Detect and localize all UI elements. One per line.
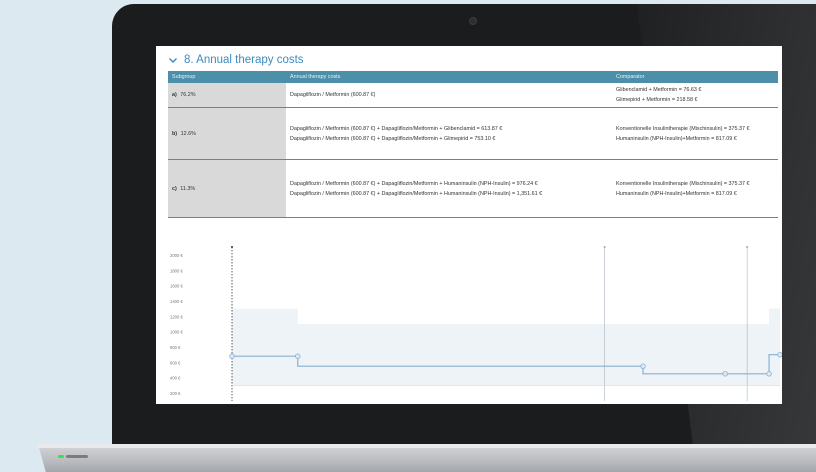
comparator-line: Glimepirid + Metformin = 218.58 € <box>616 97 698 103</box>
data-point <box>777 351 782 358</box>
table-row: c) 11.3% Dapagliflozin / Metformin (600.… <box>168 159 778 218</box>
comparator-line: Konventionelle Insulintherapie (Mischins… <box>616 180 750 187</box>
subgroup-cell: b) 12.6% <box>168 107 286 160</box>
y-tick-label: 1200 € <box>170 314 183 319</box>
power-led-icon <box>58 455 64 458</box>
table-header-row: Subgroup Annual therapy costs Comparator <box>168 71 778 83</box>
y-tick-label: 1800 € <box>170 268 183 273</box>
costs-cell: Dapagliflozin / Metformin (600.87 €) + D… <box>286 159 612 218</box>
subgroup-percent: 11.3% <box>180 185 196 192</box>
subgroup-percent: 76.2% <box>180 92 196 98</box>
y-tick-label: 1400 € <box>170 299 183 304</box>
y-tick-label: 200 € <box>170 391 181 396</box>
comparator-cell: Konventionelle Insulintherapie (Mischins… <box>612 107 778 160</box>
comparator-cell: Konventionelle Insulintherapie (Mischins… <box>612 159 778 218</box>
data-point <box>640 363 646 369</box>
subgroup-cell: a) 76.2% <box>168 83 286 108</box>
comparator-line: Humaninsulin (NPH-Insulin)+Metformin = 8… <box>616 190 737 197</box>
marker-dot <box>603 246 606 248</box>
annual-therapy-costs-table: Subgroup Annual therapy costs Comparator… <box>168 71 778 218</box>
costs-cell: Dapagliflozin / Metformin (600.87 €) + D… <box>286 107 612 160</box>
indicator-strip <box>66 455 88 458</box>
comparator-cell: Glibenclamid + Metformin = 76.63 € Glimep… <box>612 83 778 108</box>
marker-dot <box>231 246 233 248</box>
data-point <box>722 371 728 377</box>
marker-dot <box>746 246 749 248</box>
subgroup-percent: 12.6% <box>180 130 196 137</box>
data-point <box>229 353 235 359</box>
subgroup-label: c) <box>172 185 177 192</box>
y-tick-label: 1600 € <box>170 284 183 289</box>
laptop-screen: 8. Annual therapy costs Subgroup Annual … <box>156 46 782 404</box>
y-tick-label: 400 € <box>170 376 181 381</box>
data-point <box>295 353 301 359</box>
table-row: a) 76.2% Dapagliflozin / Metformin (600.… <box>168 83 778 108</box>
section-title: 8. Annual therapy costs <box>184 54 304 66</box>
col-header-annual-costs: Annual therapy costs <box>286 71 612 83</box>
laptop-base-edge <box>38 444 816 448</box>
laptop-base <box>38 444 816 472</box>
subgroup-label: a) <box>172 92 177 98</box>
y-tick-label: 1000 € <box>170 330 183 335</box>
section-header[interactable]: 8. Annual therapy costs <box>168 54 304 66</box>
y-tick-label: 800 € <box>170 345 181 350</box>
costs-cell: Dapagliflozin / Metformin (600.87 €) <box>286 83 612 108</box>
cost-line: Dapagliflozin / Metformin (600.87 €) + D… <box>290 190 543 197</box>
comparator-line: Glibenclamid + Metformin = 76.63 € <box>616 87 702 93</box>
col-header-subgroup: Subgroup <box>168 71 286 83</box>
cost-line: Dapagliflozin / Metformin (600.87 €) + D… <box>290 125 503 132</box>
subgroup-cell: c) 11.3% <box>168 159 286 218</box>
subgroup-label: b) <box>172 130 178 137</box>
chevron-down-icon[interactable] <box>168 55 178 65</box>
comparator-line: Konventionelle Insulintherapie (Mischins… <box>616 125 750 132</box>
cost-chart: 2000 € 1800 € 1600 € 1400 € 1200 € 1000 € 800 … <box>168 239 782 401</box>
comparator-line: Humaninsulin (NPH-Insulin)+Metformin = 8… <box>616 135 737 142</box>
webcam-icon <box>469 17 477 25</box>
y-tick-label: 2000 € <box>170 253 183 258</box>
cost-chart-svg: 2000 € 1800 € 1600 € 1400 € 1200 € 1000 € 800 … <box>170 246 782 401</box>
cost-line: Dapagliflozin / Metformin (600.87 €) + D… <box>290 180 538 187</box>
cost-line: Dapagliflozin / Metformin (600.87 €) <box>290 92 376 98</box>
cost-line: Dapagliflozin / Metformin (600.87 €) + D… <box>290 135 496 142</box>
data-point <box>766 371 772 377</box>
y-tick-label: 600 € <box>170 360 181 365</box>
table-row: b) 12.6% Dapagliflozin / Metformin (600.… <box>168 107 778 160</box>
col-header-comparator: Comparator <box>612 71 778 83</box>
